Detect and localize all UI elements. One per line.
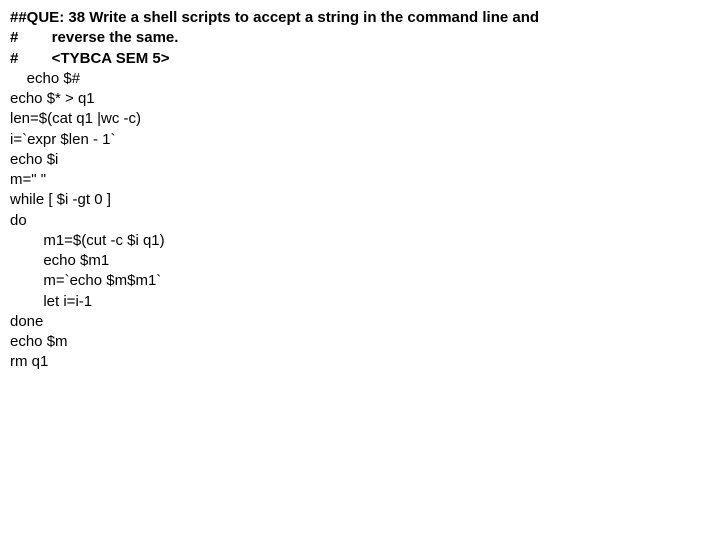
code-line: echo $m: [10, 332, 710, 352]
code-line: m=`echo $m$m1`: [10, 271, 710, 291]
code-line: m1=$(cut -c $i q1): [10, 231, 710, 251]
code-line: do: [10, 211, 710, 231]
code-line: # <TYBCA SEM 5>: [10, 49, 710, 69]
code-line: rm q1: [10, 352, 710, 372]
code-line: echo $i: [10, 150, 710, 170]
code-line: echo $* > q1: [10, 89, 710, 109]
code-line: echo $#: [10, 69, 710, 89]
code-block: ##QUE: 38 Write a shell scripts to accep…: [10, 8, 710, 373]
code-line: let i=i-1: [10, 292, 710, 312]
code-line: while [ $i -gt 0 ]: [10, 190, 710, 210]
code-line: # reverse the same.: [10, 28, 710, 48]
code-line: ##QUE: 38 Write a shell scripts to accep…: [10, 8, 710, 28]
code-line: m=" ": [10, 170, 710, 190]
code-line: len=$(cat q1 |wc -c): [10, 109, 710, 129]
code-line: i=`expr $len - 1`: [10, 130, 710, 150]
code-line: echo $m1: [10, 251, 710, 271]
code-line: done: [10, 312, 710, 332]
